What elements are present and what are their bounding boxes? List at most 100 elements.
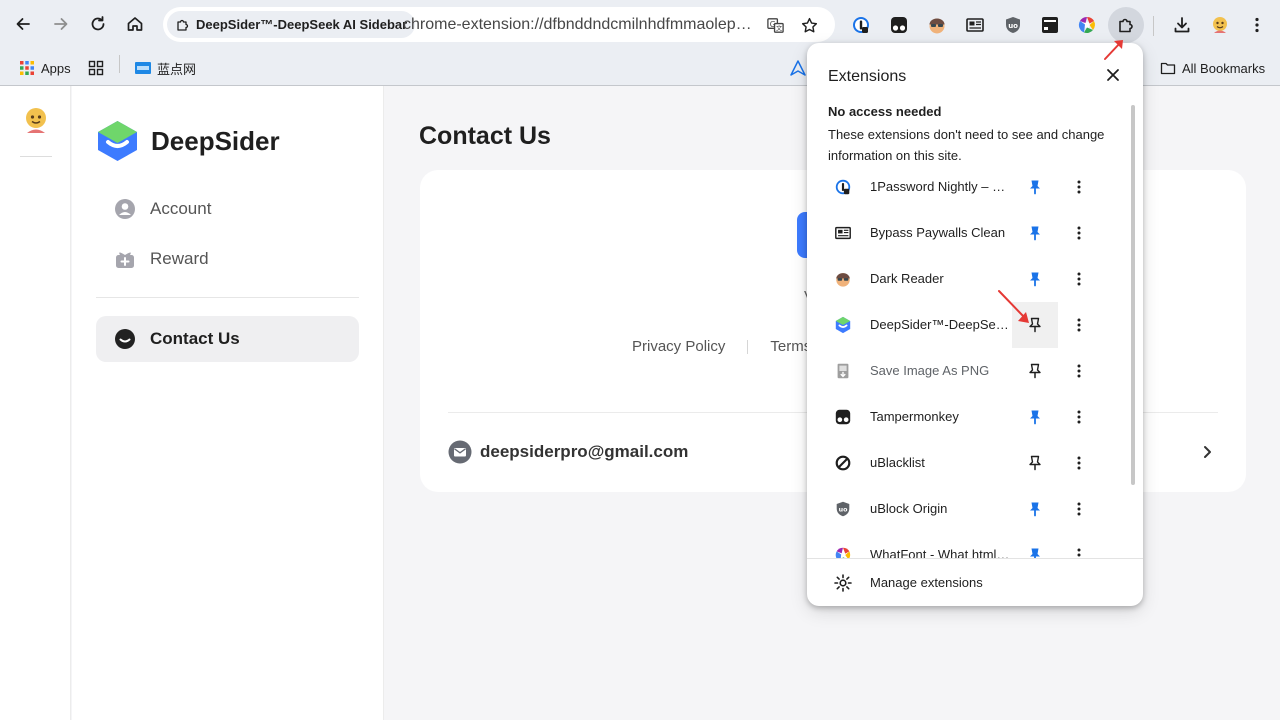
pin-button[interactable] <box>1012 486 1058 532</box>
translate-icon: G文 <box>766 17 784 33</box>
kebab-menu-icon <box>1077 410 1081 424</box>
user-avatar-icon[interactable] <box>22 106 50 134</box>
mail-icon <box>448 440 472 464</box>
brand-logo: DeepSider <box>96 120 280 162</box>
toolbar-1password[interactable] <box>849 13 873 37</box>
all-bookmarks-button[interactable]: All Bookmarks <box>1160 55 1265 81</box>
more-options-button[interactable] <box>1069 315 1089 335</box>
arrow-site-icon <box>790 60 806 76</box>
pin-filled-icon <box>1030 180 1040 195</box>
reload-button[interactable] <box>83 9 113 39</box>
gear-icon <box>834 574 852 592</box>
sidebar-item-label: Contact Us <box>150 329 240 348</box>
sidebar-item-label: Reward <box>150 249 209 268</box>
more-options-button[interactable] <box>1069 269 1089 289</box>
pin-button[interactable] <box>1012 348 1058 394</box>
toolbar-dark-reader[interactable] <box>925 13 949 37</box>
extension-item[interactable]: Tampermonkey <box>807 394 1127 440</box>
user-circle-icon <box>115 199 135 219</box>
more-options-button[interactable] <box>1069 407 1089 427</box>
pin-outline-icon <box>1029 455 1041 471</box>
toolbar-extension-dark[interactable] <box>1038 13 1062 37</box>
section-title: No access needed <box>828 104 942 119</box>
ublacklist-icon <box>833 453 853 473</box>
popup-title: Extensions <box>828 68 907 85</box>
extension-item[interactable]: uo uBlock Origin <box>807 486 1127 532</box>
more-options-button[interactable] <box>1069 453 1089 473</box>
landian-site-icon <box>135 62 151 74</box>
annotation-arrow-pin <box>998 290 1029 323</box>
tampermonkey-icon <box>833 407 853 427</box>
pin-button[interactable] <box>1012 394 1058 440</box>
bookmark-apps[interactable]: Apps <box>19 55 71 81</box>
home-button[interactable] <box>120 9 150 39</box>
extensions-popup: Extensions No access needed These extens… <box>807 43 1143 606</box>
pin-filled-icon <box>1030 502 1040 517</box>
dark-reader-icon <box>929 18 945 34</box>
more-options-button[interactable] <box>1069 499 1089 519</box>
bookmark-star-button[interactable] <box>799 15 819 35</box>
rail-divider <box>20 156 52 157</box>
chevron-right-icon[interactable] <box>1200 442 1216 462</box>
manage-extensions-row[interactable]: Manage extensions <box>807 558 1143 606</box>
more-options-button[interactable] <box>1069 545 1089 558</box>
popup-scrollbar[interactable] <box>1131 105 1135 485</box>
translate-button[interactable]: G文 <box>765 15 785 35</box>
svg-text:uo: uo <box>1008 22 1018 30</box>
extension-name: uBlacklist <box>870 455 925 470</box>
sidebar-item-account[interactable]: Account <box>96 186 359 232</box>
bookmark-partial[interactable] <box>790 55 806 81</box>
tab-groups-button[interactable] <box>88 55 104 81</box>
toolbar-bypass-paywalls[interactable] <box>963 13 987 37</box>
extension-item[interactable]: Bypass Paywalls Clean <box>807 210 1127 256</box>
1password-icon <box>853 17 869 33</box>
kebab-menu-icon <box>1077 318 1081 332</box>
privacy-policy-link[interactable]: Privacy Policy <box>632 338 725 355</box>
apps-grid-icon <box>20 61 34 75</box>
pin-filled-icon <box>1030 272 1040 287</box>
toolbar-ublock[interactable]: uo <box>1001 13 1025 37</box>
more-options-button[interactable] <box>1069 361 1089 381</box>
sidebar-item-reward[interactable]: Reward <box>96 236 359 282</box>
toolbar-whatfont[interactable] <box>1075 13 1099 37</box>
dark-reader-icon <box>833 269 853 289</box>
extension-item[interactable]: WhatFont - What html font <box>807 532 1127 558</box>
close-icon <box>1107 69 1119 81</box>
pin-outline-icon <box>1029 363 1041 379</box>
profile-avatar[interactable] <box>1208 13 1232 37</box>
brand-name: DeepSider <box>151 125 280 156</box>
forward-button[interactable] <box>46 9 76 39</box>
pin-button[interactable] <box>1012 532 1058 558</box>
gift-icon <box>116 252 134 268</box>
extension-item[interactable]: 1Password Nightly – Password Manager <box>807 164 1127 210</box>
downloads-button[interactable] <box>1170 13 1194 37</box>
kebab-menu-icon <box>1077 502 1081 516</box>
sidebar-item-contact-us[interactable]: Contact Us <box>96 316 359 362</box>
address-bar[interactable]: DeepSider™-DeepSeek AI Sidebar chrome-ex… <box>163 7 835 42</box>
extension-item[interactable]: Save Image As PNG <box>807 348 1127 394</box>
newspaper-icon <box>833 223 853 243</box>
email-row[interactable]: deepsiderpro@gmail.com <box>448 440 688 464</box>
terms-link[interactable]: Terms <box>770 338 811 355</box>
chrome-menu-button[interactable] <box>1245 13 1269 37</box>
site-chip[interactable]: DeepSider™-DeepSeek AI Sidebar <box>167 11 416 38</box>
extension-item[interactable]: Dark Reader <box>807 256 1127 302</box>
pin-button[interactable] <box>1012 440 1058 486</box>
bookmark-apps-label: Apps <box>41 60 71 76</box>
pin-button[interactable] <box>1012 210 1058 256</box>
bookmark-landian[interactable]: 蓝点网 <box>135 55 196 81</box>
toolbar-tampermonkey[interactable] <box>887 13 911 37</box>
extension-item[interactable]: DeepSider™-DeepSeek AI Sidebar <box>807 302 1127 348</box>
more-options-button[interactable] <box>1069 223 1089 243</box>
extension-name: Save Image As PNG <box>870 363 990 378</box>
ublock-icon: uo <box>833 499 853 519</box>
pin-button[interactable] <box>1012 164 1058 210</box>
extension-item[interactable]: uBlacklist <box>807 440 1127 486</box>
avatar-icon <box>1213 17 1227 33</box>
puzzle-icon <box>1119 18 1133 33</box>
more-options-button[interactable] <box>1069 177 1089 197</box>
site-chip-label: DeepSider™-DeepSeek AI Sidebar <box>196 17 408 32</box>
back-button[interactable] <box>8 9 38 39</box>
terminal-icon <box>1042 17 1058 33</box>
close-button[interactable] <box>1103 65 1123 85</box>
